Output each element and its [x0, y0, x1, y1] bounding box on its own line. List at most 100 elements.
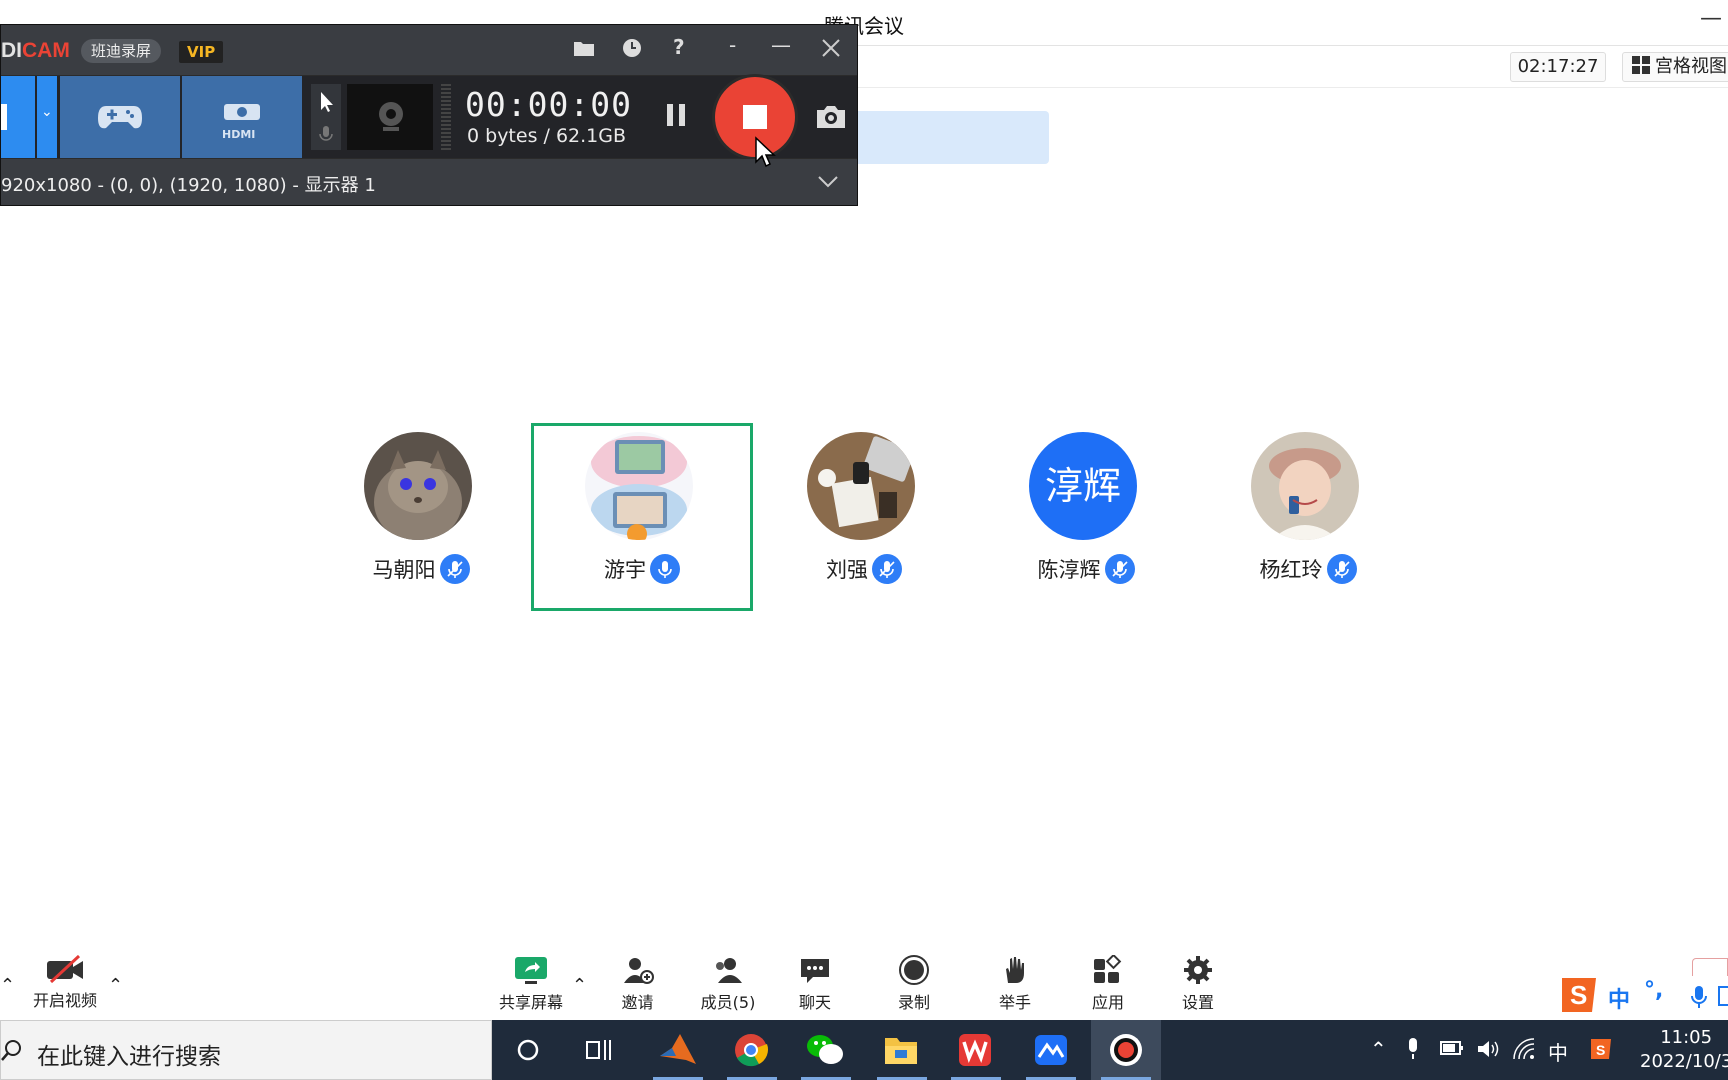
gear-icon	[1184, 956, 1212, 984]
taskbar-search[interactable]: 在此键入进行搜索	[0, 1020, 492, 1080]
video-options-chevron[interactable]: ⌃	[108, 975, 123, 996]
side-panel-tab[interactable]	[1692, 958, 1728, 978]
device-mode-button[interactable]: HDMI	[182, 76, 302, 158]
apps-label: 应用	[1091, 993, 1124, 1012]
participant-name: 游宇	[534, 554, 750, 584]
audio-options-chevron[interactable]: ⌃	[0, 975, 15, 996]
record-button[interactable]: 录制	[887, 955, 941, 1013]
participant-name: 杨红玲	[1197, 554, 1419, 584]
sogou-tray-icon[interactable]: S	[1588, 1036, 1614, 1062]
participant-tile[interactable]: 刘强	[753, 423, 975, 611]
wechat-button[interactable]	[791, 1020, 861, 1080]
mic-muted-icon	[439, 554, 470, 584]
ime-punctuation-toggle[interactable]: °,	[1644, 978, 1663, 1003]
cortana-button[interactable]	[493, 1020, 563, 1080]
search-icon	[1, 1040, 21, 1061]
voice-input-icon[interactable]	[1690, 984, 1708, 1010]
cursor-mic-toggles[interactable]	[311, 84, 341, 150]
game-mode-button[interactable]	[60, 76, 180, 158]
matlab-icon	[660, 1034, 696, 1064]
screen-mode-button[interactable]	[1, 76, 35, 158]
participant-name: 陈淳辉	[975, 554, 1197, 584]
vip-badge[interactable]: VIP	[179, 41, 224, 63]
file-explorer-button[interactable]	[867, 1020, 937, 1080]
members-button[interactable]: 成员(5)	[693, 955, 763, 1013]
stop-icon	[743, 105, 767, 129]
avatar	[807, 432, 915, 540]
raise-hand-icon	[1006, 957, 1024, 983]
chrome-button[interactable]	[717, 1020, 787, 1080]
mic-muted-icon	[872, 554, 902, 584]
task-view-button[interactable]	[563, 1020, 633, 1080]
ime-lang-toggle[interactable]: 中	[1608, 982, 1630, 1014]
wechat-icon	[807, 1035, 843, 1064]
clock-icon[interactable]	[621, 37, 643, 59]
microphone-tray-icon[interactable]	[1406, 1037, 1420, 1061]
wifi-icon[interactable]	[1512, 1037, 1536, 1061]
folder-icon[interactable]	[573, 38, 595, 58]
clock-date: 2022/10/3	[1640, 1051, 1728, 1072]
volume-icon[interactable]	[1476, 1037, 1500, 1061]
mic-icon	[650, 554, 680, 584]
participant-tile[interactable]: 淳辉 陈淳辉	[975, 423, 1197, 611]
input-language-indicator[interactable]: 中	[1548, 1037, 1568, 1066]
apps-button[interactable]: 应用	[1081, 955, 1135, 1013]
bandicam-icon	[1110, 1034, 1142, 1066]
participant-name: 刘强	[753, 554, 975, 584]
chevron-down-icon[interactable]	[817, 175, 839, 189]
level-meter	[441, 84, 451, 150]
share-options-chevron[interactable]: ⌃	[572, 975, 587, 996]
capture-area-info: 920x1080 - (0, 0), (1920, 1080) - 显示器 1	[1, 175, 376, 196]
chat-label: 聊天	[798, 993, 831, 1012]
bandicam-titlebar: DICAM 班迪录屏 VIP ? - —	[1, 25, 857, 75]
chevron-down-icon: ⌄	[41, 104, 53, 120]
video-off-icon	[47, 955, 83, 983]
camera-icon[interactable]	[815, 102, 847, 130]
grid-icon	[1632, 56, 1650, 74]
bandicam-button[interactable]	[1091, 1020, 1161, 1080]
minimize-button[interactable]: —	[1700, 6, 1722, 31]
participant-tile[interactable]: 杨红玲	[1197, 423, 1419, 611]
cortana-icon	[517, 1039, 539, 1061]
share-screen-button[interactable]: 共享屏幕	[496, 955, 566, 1013]
webcam-toggle[interactable]	[347, 84, 433, 150]
gamepad-icon	[98, 106, 142, 129]
chat-button[interactable]: 聊天	[788, 955, 842, 1013]
hdmi-label: HDMI	[222, 128, 256, 141]
screen-mode-dropdown[interactable]: ⌄	[37, 76, 57, 158]
wps-button[interactable]	[941, 1020, 1011, 1080]
grid-view-button[interactable]: 宫格视图	[1622, 52, 1728, 82]
battery-icon[interactable]	[1440, 1040, 1464, 1056]
chrome-icon	[735, 1034, 769, 1067]
webcam-icon	[379, 102, 403, 131]
settings-button[interactable]: 设置	[1171, 955, 1225, 1013]
members-label: 成员(5)	[700, 993, 756, 1012]
matlab-button[interactable]	[643, 1020, 713, 1080]
tray-expand-icon[interactable]: ⌃	[1370, 1037, 1387, 1061]
minimize-mini-icon[interactable]: -	[729, 33, 736, 57]
wps-icon	[959, 1034, 991, 1066]
tencent-meeting-icon	[1035, 1035, 1067, 1065]
record-label: 录制	[897, 993, 930, 1012]
avatar	[364, 432, 472, 540]
bandicam-window: DICAM 班迪录屏 VIP ? - — ⌄ HDMI 00:00:00 0 b…	[0, 24, 858, 206]
raise-hand-button[interactable]: 举手	[988, 955, 1042, 1013]
minimize-icon[interactable]: —	[771, 33, 791, 57]
tencent-meeting-button[interactable]	[1016, 1020, 1086, 1080]
close-icon[interactable]	[821, 38, 841, 58]
participant-name: 马朝阳	[310, 554, 532, 584]
participant-tile[interactable]: 马朝阳	[310, 423, 532, 611]
meeting-timer: 02:17:27	[1510, 52, 1606, 82]
invite-label: 邀请	[621, 993, 654, 1012]
bandicam-mode-bar: ⌄ HDMI	[1, 76, 857, 158]
pause-icon[interactable]	[663, 100, 691, 130]
taskbar-clock[interactable]: 11:05 2022/10/3	[1640, 1026, 1728, 1074]
bandicam-brand: 班迪录屏	[81, 39, 162, 63]
participant-tile[interactable]: 游宇	[531, 423, 753, 611]
start-video-button[interactable]: 开启视频	[30, 955, 100, 1011]
mouse-cursor-icon	[755, 136, 776, 168]
invite-button[interactable]: 邀请	[605, 955, 670, 1013]
help-icon[interactable]: ?	[673, 35, 685, 59]
ime-more-icon[interactable]	[1718, 986, 1728, 1006]
sogou-logo-icon[interactable]: S	[1556, 972, 1602, 1018]
